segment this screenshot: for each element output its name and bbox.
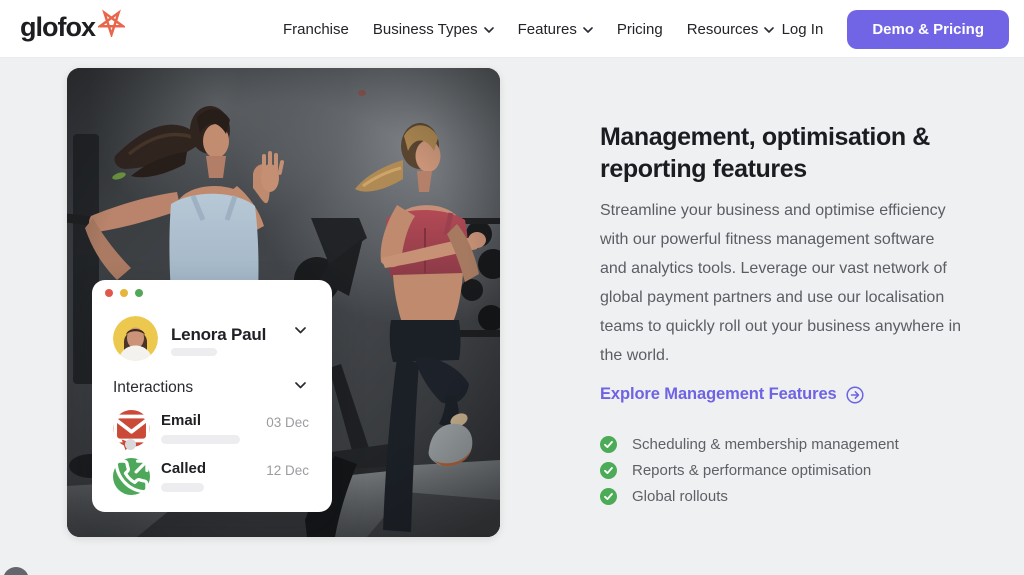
nav-item-business-types[interactable]: Business Types	[373, 21, 494, 38]
feature-checklist: Scheduling & membership management Repor…	[600, 431, 972, 509]
crm-contact-card: Lenora Paul Interactions Email 03 Dec Ca…	[92, 280, 332, 512]
chevron-down-icon	[295, 382, 306, 389]
nav-label: Features	[517, 20, 577, 38]
window-close-dot	[105, 289, 113, 297]
paragraph-line: global payment partners and use our loca…	[600, 289, 945, 306]
placeholder-bar	[171, 348, 217, 356]
paragraph-line: Streamline your business and optimise ef…	[600, 202, 946, 219]
interactions-section-label: Interactions	[113, 379, 194, 396]
header-actions: Log In Demo & Pricing	[782, 0, 1009, 58]
checklist-label: Scheduling & membership management	[632, 435, 899, 453]
glofox-logo[interactable]: glofox	[20, 9, 127, 43]
interaction-type: Email	[161, 412, 202, 429]
demo-pricing-button[interactable]: Demo & Pricing	[847, 9, 1009, 49]
window-minimize-dot	[120, 289, 128, 297]
nav-item-franchise[interactable]: Franchise	[283, 21, 349, 38]
window-zoom-dot	[135, 289, 143, 297]
arrow-right-circle-icon	[846, 386, 864, 404]
chevron-down-icon	[583, 27, 593, 33]
chevron-down-icon	[295, 327, 306, 334]
traffic-light-dots	[105, 289, 143, 297]
heading-line: reporting features	[600, 155, 807, 183]
chevron-down-icon	[483, 27, 494, 33]
phone-outgoing-icon	[113, 458, 150, 495]
placeholder-bar	[161, 435, 240, 444]
paragraph-line: and analytics tools. Leverage our vast n…	[600, 260, 947, 277]
explore-management-features-link[interactable]: Explore Management Features	[600, 384, 972, 404]
paragraph-line: with our powerful fitness management sof…	[600, 231, 935, 248]
section-heading: Management, optimisation & reporting fea…	[600, 121, 972, 185]
fox-star-icon	[96, 9, 127, 42]
placeholder-bar	[161, 483, 204, 492]
interaction-date: 03 Dec	[266, 415, 309, 430]
main-nav: Franchise Business Types Features Pricin…	[283, 0, 775, 58]
checklist-label: Global rollouts	[632, 487, 728, 505]
contact-name: Lenora Paul	[171, 325, 267, 344]
section-paragraph: Streamline your business and optimise ef…	[600, 196, 972, 370]
login-link[interactable]: Log In	[782, 21, 824, 38]
check-circle-icon	[600, 461, 617, 479]
nav-item-pricing[interactable]: Pricing	[617, 21, 663, 38]
paragraph-line: the world.	[600, 347, 670, 364]
link-label: Explore Management Features	[600, 384, 837, 403]
check-circle-icon	[600, 435, 617, 453]
interaction-date: 12 Dec	[266, 463, 309, 478]
nav-label: Resources	[686, 20, 759, 38]
chevron-down-icon	[764, 27, 775, 33]
heading-line: Management, optimisation &	[600, 123, 930, 151]
checklist-item: Global rollouts	[600, 483, 972, 509]
features-text-column: Management, optimisation & reporting fea…	[600, 121, 972, 509]
top-navigation-bar: glofox Franchise Business Types Features	[0, 0, 1024, 58]
nav-item-resources[interactable]: Resources	[687, 21, 775, 38]
contact-avatar	[113, 316, 158, 361]
logo-text: glofox	[20, 12, 96, 42]
timeline-dot	[125, 439, 136, 450]
nav-label: Franchise	[283, 20, 349, 38]
check-circle-icon	[600, 487, 617, 505]
checklist-label: Reports & performance optimisation	[632, 461, 872, 479]
nav-label: Business Types	[372, 20, 478, 38]
page: glofox Franchise Business Types Features	[0, 0, 1024, 575]
checklist-item: Reports & performance optimisation	[600, 457, 972, 483]
nav-item-features[interactable]: Features	[518, 21, 593, 38]
paragraph-line: teams to quickly roll out your business …	[600, 318, 962, 335]
nav-label: Pricing	[616, 20, 663, 38]
checklist-item: Scheduling & membership management	[600, 431, 972, 457]
chat-widget-peek[interactable]	[3, 567, 29, 575]
interaction-type: Called	[161, 460, 207, 477]
gym-photo: Lenora Paul Interactions Email 03 Dec Ca…	[67, 68, 500, 537]
